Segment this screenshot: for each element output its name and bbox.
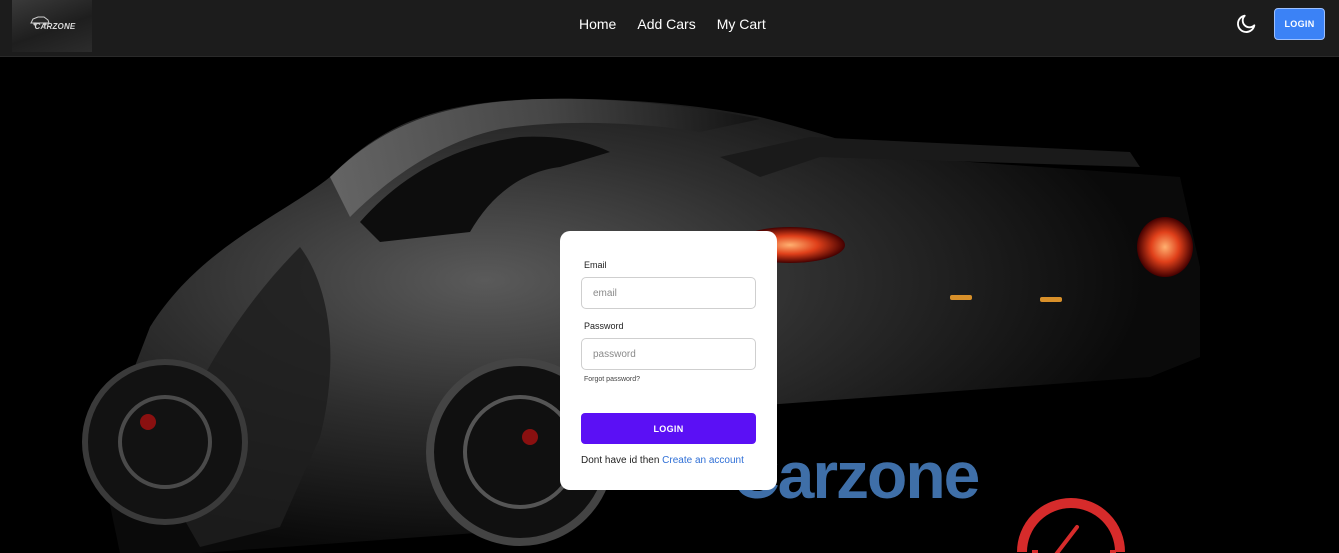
forgot-password-link[interactable]: Forgot password? (584, 376, 640, 383)
login-card: Email Password Forgot password? LOGIN Do… (560, 231, 777, 490)
nav-home-link[interactable]: Home (579, 16, 616, 33)
nav-login-button[interactable]: LOGIN (1274, 8, 1325, 40)
password-input[interactable] (581, 338, 756, 370)
email-input[interactable] (581, 277, 756, 309)
car-logo-icon (30, 16, 50, 26)
nav-add-cars-link[interactable]: Add Cars (637, 16, 695, 33)
moon-icon[interactable] (1236, 12, 1258, 34)
nav-links: Home Add Cars My Cart (579, 16, 766, 33)
password-label: Password (584, 321, 624, 331)
create-account-link[interactable]: Create an account (662, 455, 744, 466)
signup-prompt-text: Dont have id then (581, 455, 663, 466)
login-submit-button[interactable]: LOGIN (581, 413, 756, 444)
navbar: CARZONE Home Add Cars My Cart LOGIN (0, 0, 1339, 57)
site-logo[interactable]: CARZONE (12, 0, 92, 52)
nav-my-cart-link[interactable]: My Cart (717, 16, 766, 33)
signup-prompt: Dont have id then Create an account (581, 455, 761, 466)
email-label: Email (584, 260, 607, 270)
